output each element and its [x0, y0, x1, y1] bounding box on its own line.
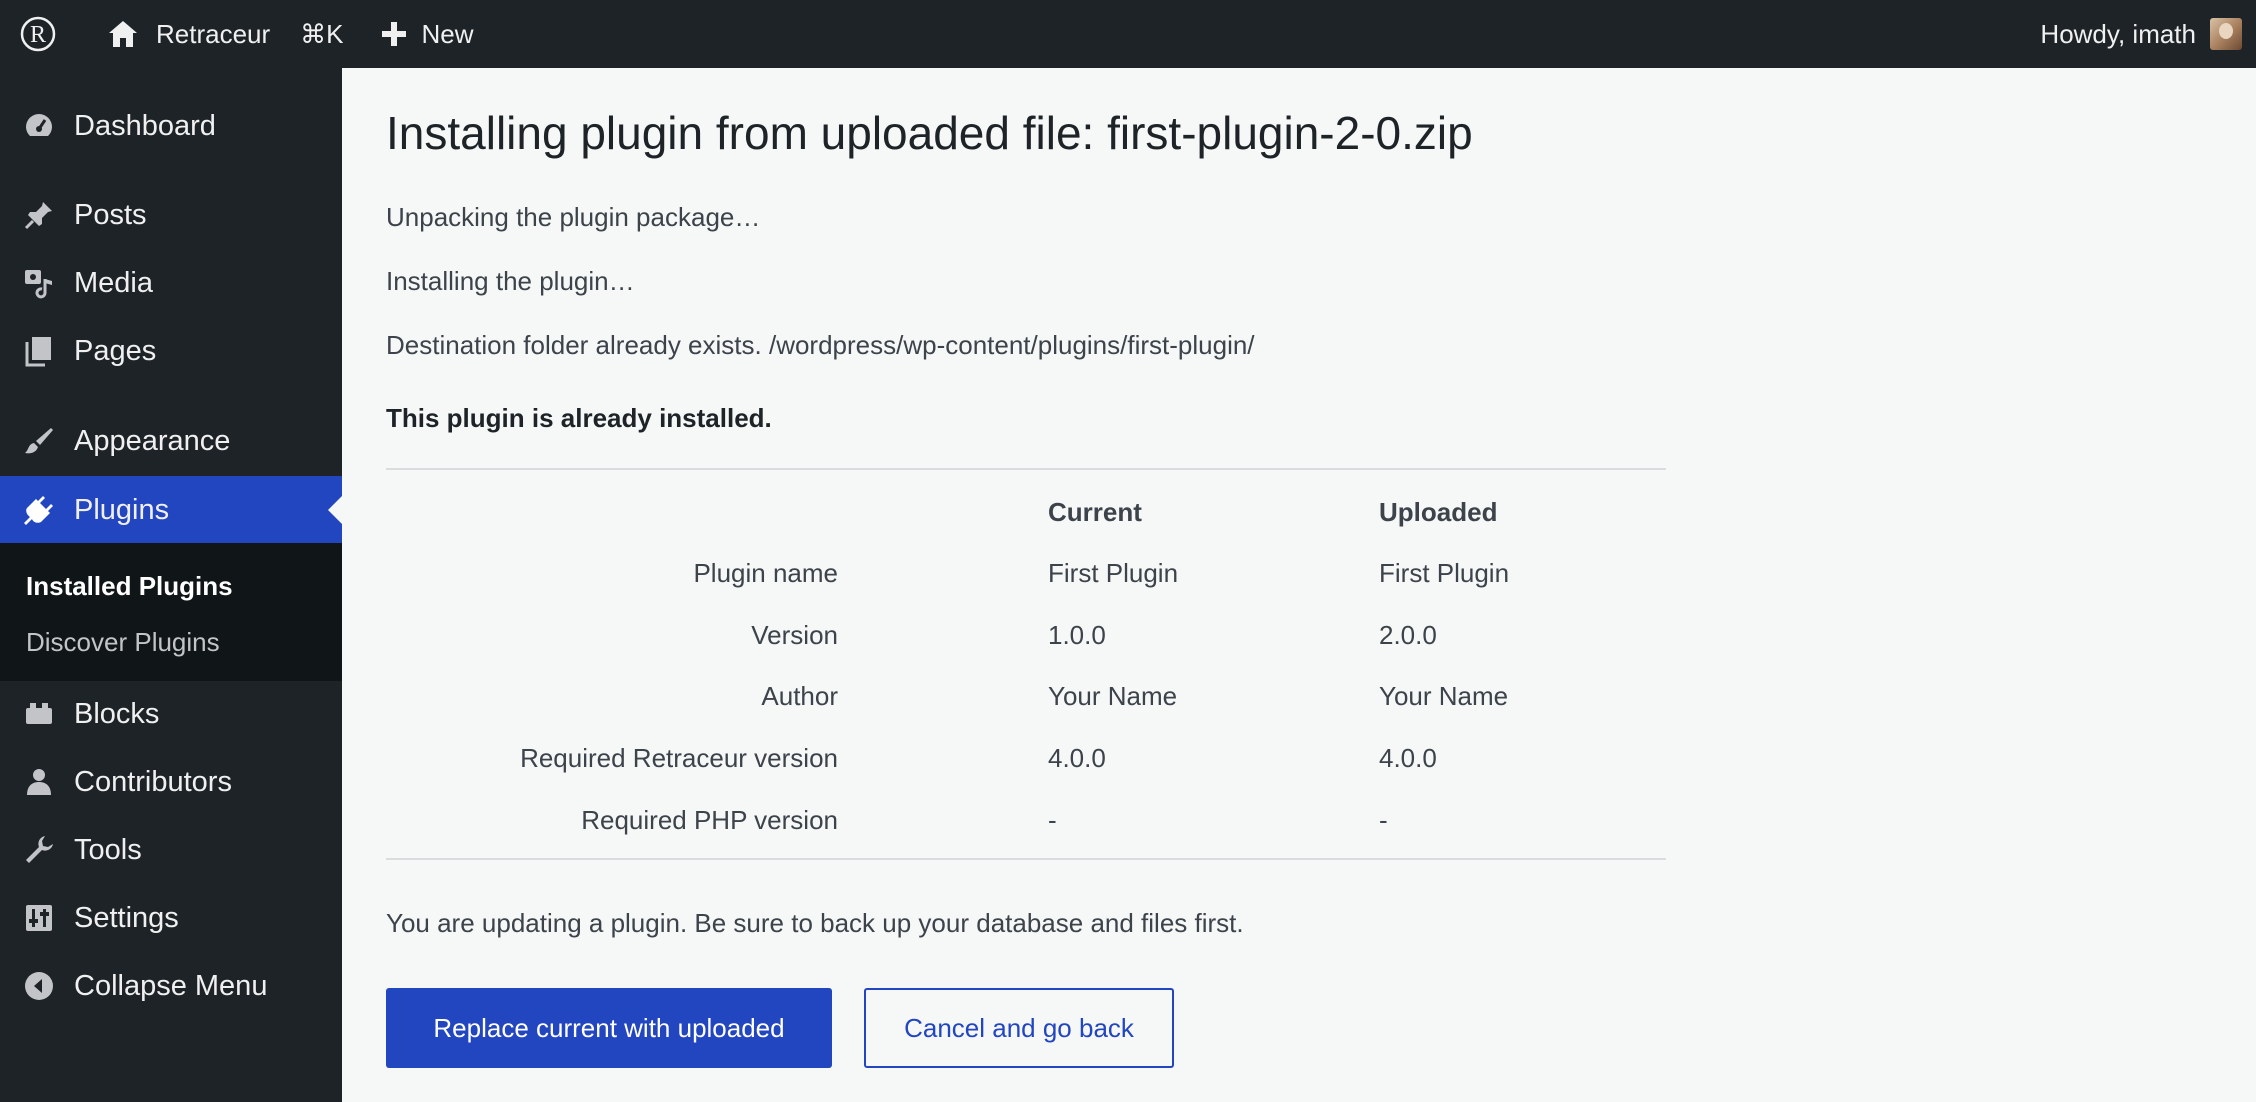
pin-icon — [22, 198, 56, 232]
user-account-menu[interactable]: Howdy, imath — [2040, 18, 2242, 50]
uploaded-author: Your Name — [1379, 681, 1509, 711]
sidebar-item-blocks[interactable]: Blocks — [0, 680, 342, 748]
row-label-plugin-name: Plugin name — [693, 558, 838, 588]
sidebar-label-appearance: Appearance — [74, 424, 231, 457]
column-header-uploaded: Uploaded — [1379, 497, 1498, 527]
plugins-submenu: Installed Plugins Discover Plugins — [0, 543, 342, 681]
cancel-and-go-back-button[interactable]: Cancel and go back — [864, 988, 1174, 1068]
site-name-link[interactable]: Retraceur — [106, 17, 270, 51]
sidebar-label-blocks: Blocks — [74, 697, 160, 730]
sidebar-item-media[interactable]: Media — [0, 249, 342, 317]
user-icon — [22, 765, 56, 799]
sidebar-label-tools: Tools — [74, 833, 142, 866]
backup-warning: You are updating a plugin. Be sure to ba… — [386, 908, 1244, 938]
sidebar-label-settings: Settings — [74, 901, 179, 934]
column-header-current: Current — [1048, 497, 1142, 527]
wrench-icon — [22, 833, 56, 867]
collapse-icon — [22, 969, 56, 1003]
row-label-required-version: Required Retraceur version — [520, 743, 838, 773]
current-required-version: 4.0.0 — [1048, 743, 1106, 773]
current-author: Your Name — [1048, 681, 1178, 711]
row-label-author: Author — [761, 681, 838, 711]
current-required-php: - — [1048, 805, 1057, 835]
sidebar-label-media: Media — [74, 266, 153, 299]
dashboard-icon — [22, 109, 56, 143]
new-label: New — [421, 18, 474, 49]
submenu-discover-plugins[interactable]: Discover Plugins — [26, 627, 220, 658]
replace-current-button[interactable]: Replace current with uploaded — [386, 988, 832, 1068]
plugin-icon — [22, 493, 56, 527]
sidebar-label-contributors: Contributors — [74, 765, 232, 798]
row-label-required-php: Required PHP version — [581, 805, 838, 835]
howdy-greeting: Howdy, imath — [2040, 18, 2196, 49]
site-name: Retraceur — [156, 18, 271, 49]
sidebar-label-dashboard: Dashboard — [74, 109, 216, 142]
sidebar-item-tools[interactable]: Tools — [0, 816, 342, 884]
uploaded-plugin-name: First Plugin — [1379, 558, 1510, 588]
uploaded-required-php: - — [1379, 805, 1388, 835]
sidebar-item-contributors[interactable]: Contributors — [0, 748, 342, 816]
page-title: Installing plugin from uploaded file: fi… — [386, 107, 1473, 159]
already-installed-notice: This plugin is already installed. — [386, 403, 772, 433]
row-label-version: Version — [751, 620, 838, 650]
command-palette-button[interactable]: ⌘K — [300, 19, 343, 50]
blocks-icon — [22, 697, 56, 731]
home-icon — [109, 21, 137, 47]
status-message-destination: Destination folder already exists. /word… — [386, 330, 1255, 360]
current-version: 1.0.0 — [1048, 620, 1106, 650]
retraceur-logo-icon[interactable]: R — [18, 14, 58, 54]
sidebar-item-pages[interactable]: Pages — [0, 317, 342, 385]
sliders-icon — [22, 901, 56, 935]
sidebar-item-appearance[interactable]: Appearance — [0, 407, 342, 475]
collapse-menu-button[interactable]: Collapse Menu — [0, 952, 342, 1020]
sidebar-label-collapse: Collapse Menu — [74, 969, 268, 1002]
sidebar-label-posts: Posts — [74, 198, 147, 231]
uploaded-version: 2.0.0 — [1379, 620, 1437, 650]
sidebar-label-plugins: Plugins — [74, 493, 170, 526]
media-icon — [22, 266, 56, 300]
table-bottom-divider — [386, 858, 1666, 860]
sidebar-item-plugins[interactable]: Plugins — [0, 476, 342, 544]
uploaded-required-version: 4.0.0 — [1379, 743, 1437, 773]
sidebar-item-dashboard[interactable]: Dashboard — [0, 92, 342, 160]
admin-bar: R Retraceur ⌘K New Howdy, imath — [0, 0, 2256, 68]
table-top-divider — [386, 468, 1666, 470]
status-message-installing: Installing the plugin… — [386, 266, 635, 296]
new-content-button[interactable]: New — [380, 19, 474, 50]
sidebar-item-settings[interactable]: Settings — [0, 884, 342, 952]
current-plugin-name: First Plugin — [1048, 558, 1179, 588]
pages-icon — [22, 334, 56, 368]
status-message-unpacking: Unpacking the plugin package… — [386, 202, 761, 232]
avatar — [2210, 18, 2242, 50]
submenu-installed-plugins[interactable]: Installed Plugins — [26, 571, 233, 602]
brush-icon — [22, 424, 56, 458]
plus-icon — [381, 22, 406, 46]
svg-text:R: R — [30, 22, 46, 48]
sidebar-label-pages: Pages — [74, 334, 157, 367]
sidebar-item-posts[interactable]: Posts — [0, 181, 342, 249]
